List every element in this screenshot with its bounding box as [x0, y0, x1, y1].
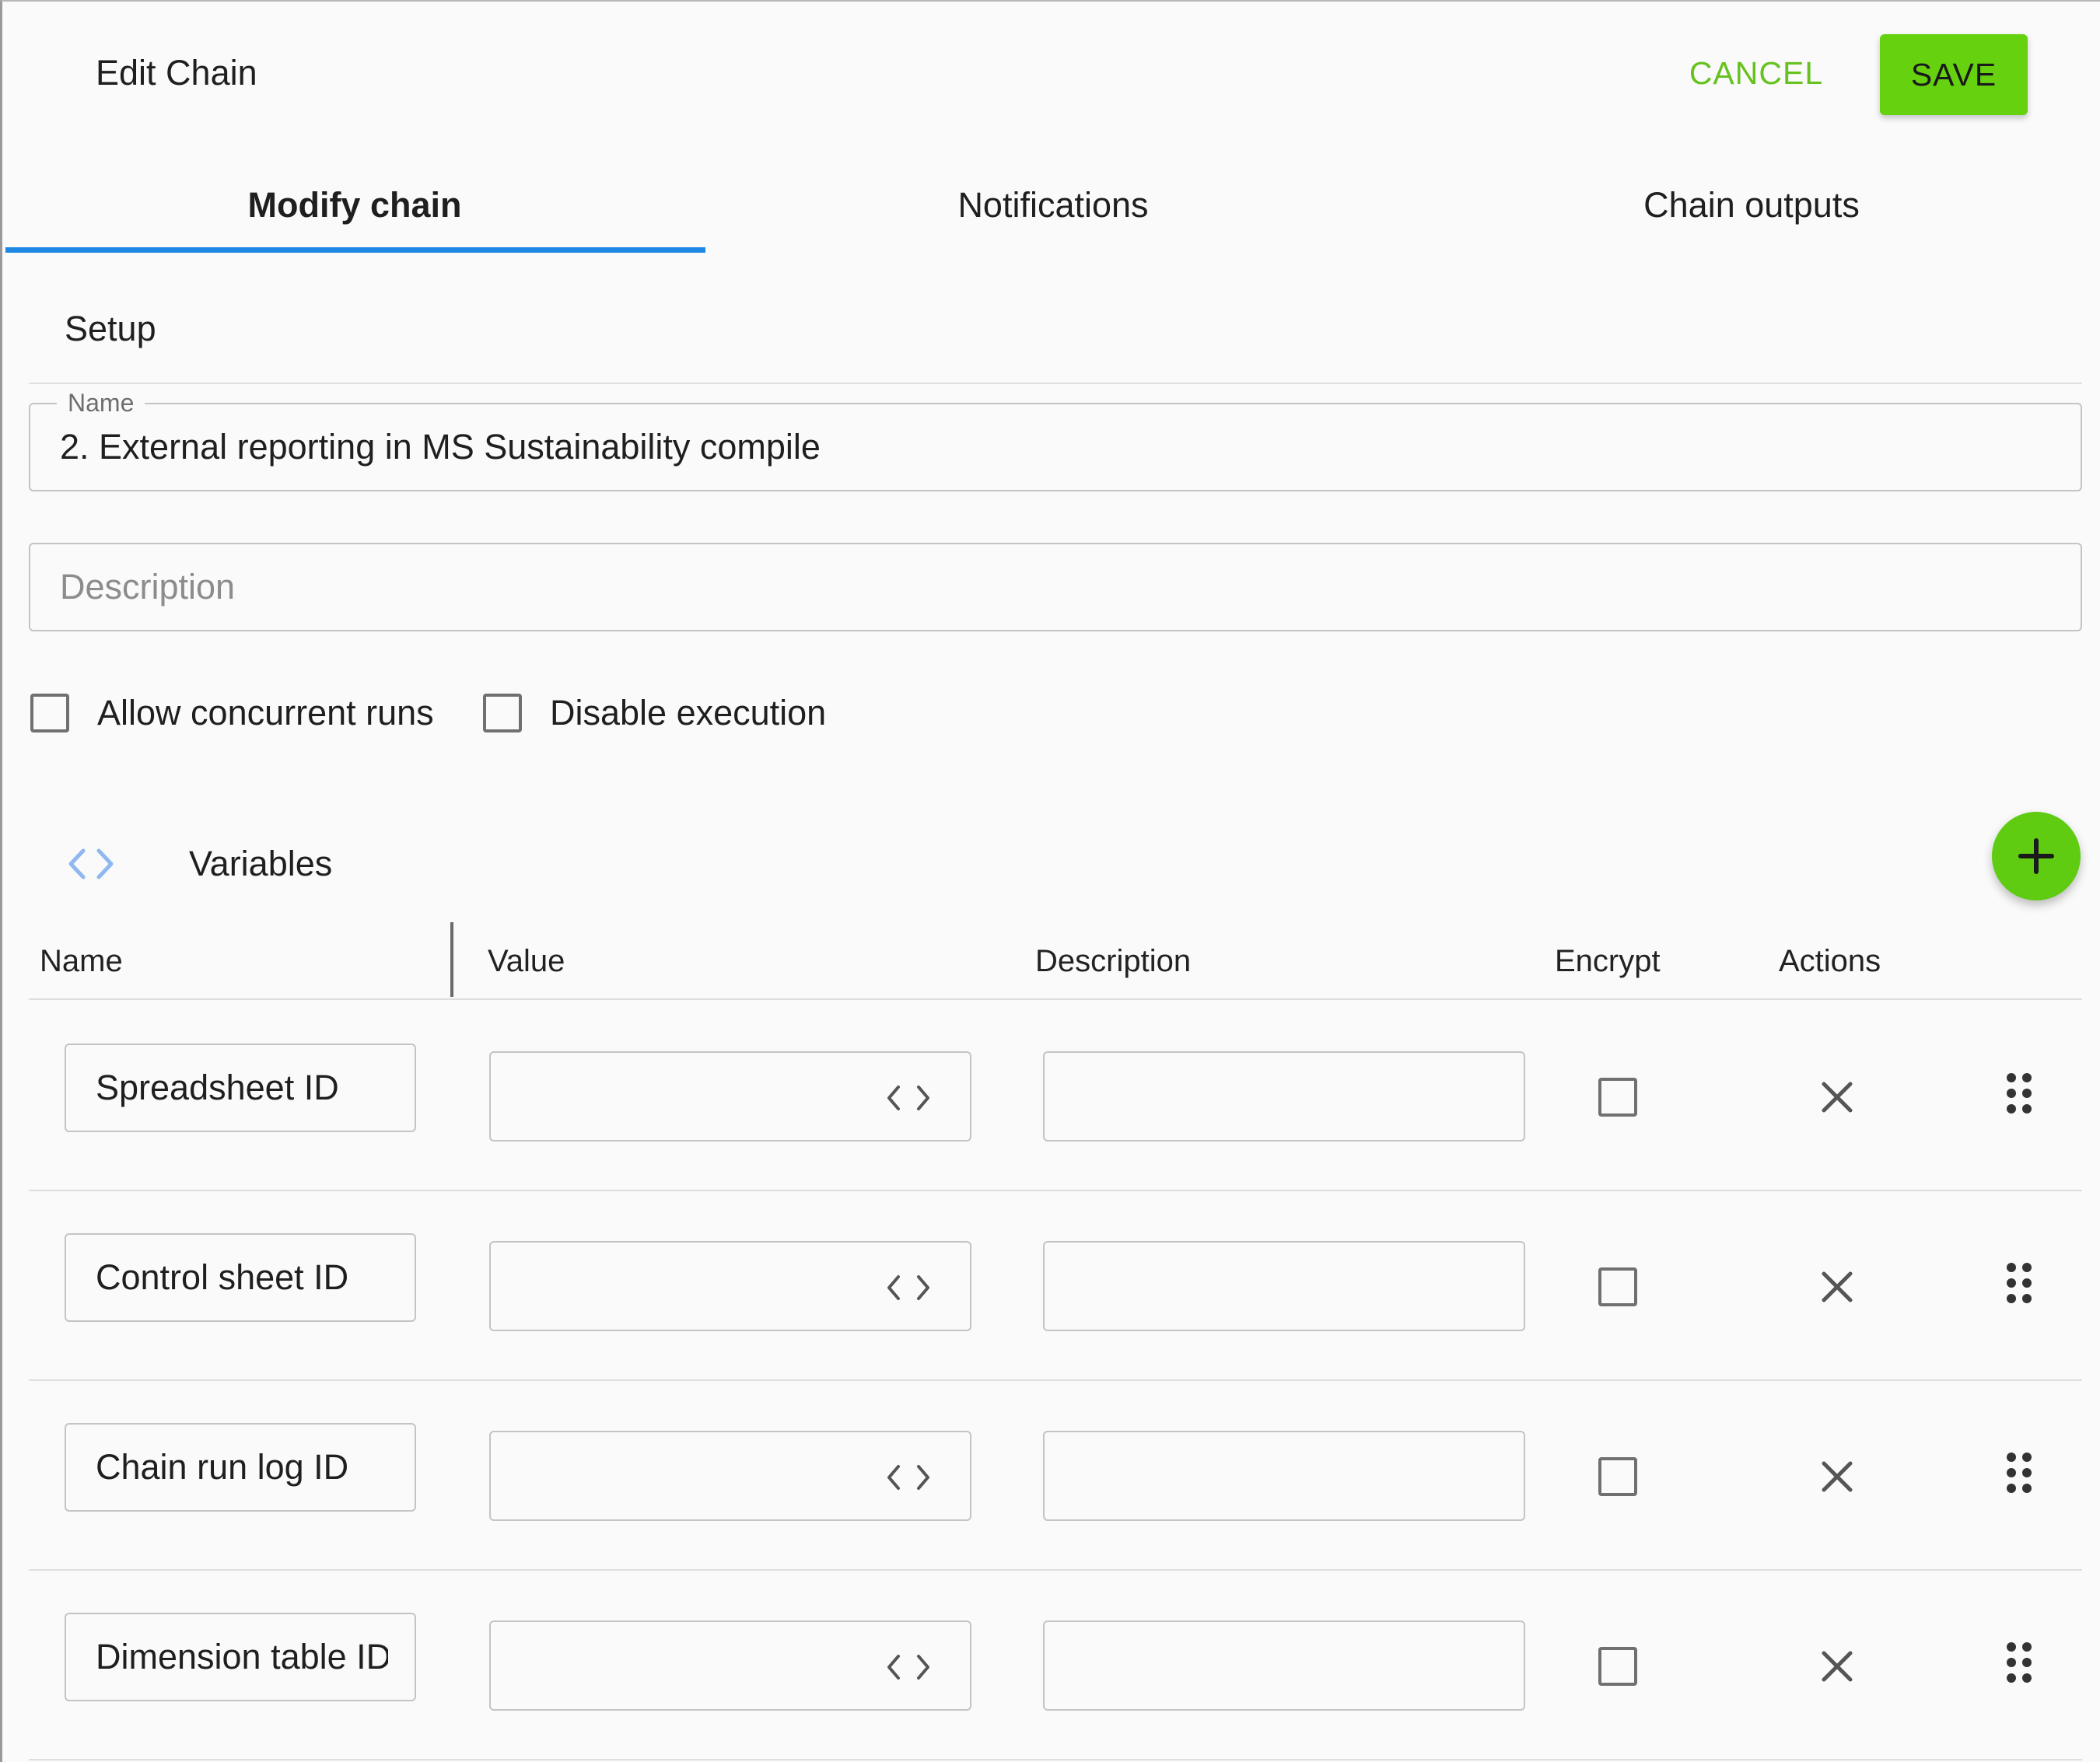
variable-description-input[interactable] [1043, 1620, 1525, 1711]
variable-value-input[interactable] [489, 1620, 971, 1711]
disable-execution-label: Disable execution [550, 693, 827, 732]
allow-concurrent-runs-checkbox[interactable] [30, 694, 69, 732]
variable-description-input[interactable] [1043, 1431, 1525, 1521]
drag-handle-icon[interactable] [2004, 1641, 2034, 1684]
column-header-description: Description [1035, 943, 1192, 978]
tab-notifications[interactable]: Notifications [704, 157, 1402, 253]
column-header-value: Value [488, 943, 565, 978]
code-brackets-icon [68, 848, 114, 879]
variable-value-input[interactable] [489, 1431, 971, 1521]
encrypt-checkbox[interactable] [1598, 1457, 1637, 1496]
close-icon[interactable] [1818, 1267, 1857, 1306]
encrypt-checkbox[interactable] [1598, 1647, 1637, 1686]
description-field[interactable]: Description [29, 543, 2082, 631]
edit-chain-dialog: Edit Chain CANCEL SAVE Modify chain Noti… [0, 0, 2100, 1762]
close-icon[interactable] [1818, 1457, 1857, 1496]
code-brackets-icon[interactable] [884, 1082, 933, 1113]
add-variable-button[interactable] [1992, 812, 2081, 900]
description-field-placeholder[interactable]: Description [60, 544, 2065, 630]
allow-concurrent-runs-option[interactable]: Allow concurrent runs [30, 686, 434, 740]
column-header-encrypt: Encrypt [1555, 943, 1661, 978]
close-icon[interactable] [1818, 1647, 1857, 1686]
tab-modify-chain[interactable]: Modify chain [5, 157, 704, 253]
variable-name-input[interactable]: Dimension table ID [65, 1613, 416, 1701]
cancel-button[interactable]: CANCEL [1675, 42, 1838, 104]
close-icon[interactable] [1818, 1078, 1857, 1117]
variable-name-value[interactable]: Spreadsheet ID [96, 1068, 339, 1108]
variables-table-header: Name Value Description Encrypt Actions [29, 922, 2082, 1000]
tab-chain-outputs[interactable]: Chain outputs [1402, 157, 2100, 253]
variable-name-input[interactable]: Chain run log ID [65, 1423, 416, 1512]
disable-execution-checkbox[interactable] [483, 694, 522, 732]
setup-section-title: Setup [65, 309, 156, 348]
dialog-title: Edit Chain [96, 53, 257, 93]
disable-execution-option[interactable]: Disable execution [483, 686, 826, 740]
variable-value-input[interactable] [489, 1241, 971, 1331]
table-row: Dimension table ID [29, 1571, 2082, 1760]
allow-concurrent-runs-label: Allow concurrent runs [97, 693, 434, 732]
name-field[interactable]: Name 2. External reporting in MS Sustain… [29, 387, 2082, 491]
variable-name-input[interactable]: Control sheet ID [65, 1233, 416, 1322]
drag-handle-icon[interactable] [2004, 1261, 2034, 1305]
section-divider [29, 383, 2082, 384]
table-row: Chain run log ID [29, 1381, 2082, 1571]
variable-name-value[interactable]: Control sheet ID [96, 1257, 348, 1298]
code-brackets-icon[interactable] [884, 1652, 933, 1683]
drag-handle-icon[interactable] [2004, 1451, 2034, 1495]
variable-name-input[interactable]: Spreadsheet ID [65, 1044, 416, 1132]
plus-icon [2018, 838, 2054, 874]
name-field-value[interactable]: 2. External reporting in MS Sustainabili… [60, 404, 2065, 490]
column-header-actions: Actions [1779, 943, 1881, 978]
variables-section-title: Variables [189, 844, 333, 883]
code-brackets-icon[interactable] [884, 1462, 933, 1493]
variable-value-input[interactable] [489, 1051, 971, 1141]
encrypt-checkbox[interactable] [1598, 1267, 1637, 1306]
save-button[interactable]: SAVE [1880, 34, 2028, 115]
variable-name-value[interactable]: Dimension table ID [96, 1637, 388, 1677]
variable-description-input[interactable] [1043, 1241, 1525, 1331]
table-row: Control sheet ID [29, 1191, 2082, 1381]
column-resize-handle[interactable] [450, 922, 453, 997]
variable-name-value[interactable]: Chain run log ID [96, 1447, 348, 1488]
encrypt-checkbox[interactable] [1598, 1078, 1637, 1117]
variable-description-input[interactable] [1043, 1051, 1525, 1141]
tab-bar: Modify chain Notifications Chain outputs [5, 157, 2100, 253]
code-brackets-icon[interactable] [884, 1272, 933, 1303]
table-row: Spreadsheet ID [29, 1002, 2082, 1191]
active-tab-indicator [5, 247, 705, 253]
column-header-name: Name [40, 943, 123, 978]
drag-handle-icon[interactable] [2004, 1072, 2034, 1115]
